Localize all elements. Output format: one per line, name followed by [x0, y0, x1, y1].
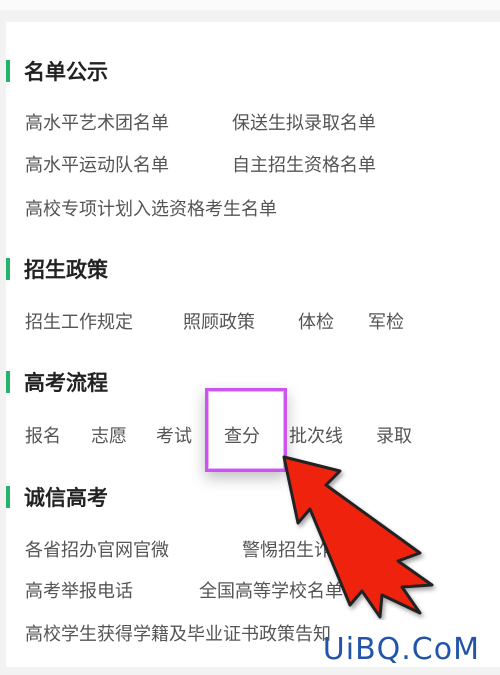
link-military-exam[interactable]: 军检	[368, 308, 404, 334]
link-provincial-offices[interactable]: 各省招办官网官微	[25, 536, 169, 562]
link-sports-team-list[interactable]: 高水平运动队名单	[25, 151, 169, 177]
link-report-hotline[interactable]: 高考举报电话	[25, 577, 133, 603]
top-strip	[0, 0, 500, 10]
section-accent-bar	[6, 486, 10, 508]
section-title-text: 名单公示	[24, 60, 108, 84]
pointer-arrow-icon	[282, 455, 434, 619]
section-title-name-list: 名单公示	[6, 56, 108, 86]
section-accent-bar	[6, 60, 10, 82]
section-title-text: 诚信高考	[24, 486, 108, 510]
section-title-process: 高考流程	[6, 367, 108, 397]
section-title-policy: 招生政策	[6, 254, 108, 284]
link-special-plan-list[interactable]: 高校专项计划入选资格考生名单	[25, 195, 277, 221]
link-registration[interactable]: 报名	[25, 422, 61, 448]
link-independent-enrollment-list[interactable]: 自主招生资格名单	[232, 151, 376, 177]
watermark-logo: UiBQ.CoM	[322, 632, 480, 667]
link-application[interactable]: 志愿	[91, 422, 127, 448]
link-physical-exam[interactable]: 体检	[298, 308, 334, 334]
link-enrollment-regulations[interactable]: 招生工作规定	[25, 308, 133, 334]
section-accent-bar	[6, 371, 10, 393]
link-student-status-policy[interactable]: 高校学生获得学籍及毕业证书政策告知	[25, 620, 331, 646]
link-exam[interactable]: 考试	[156, 422, 192, 448]
section-title-text: 高考流程	[24, 371, 108, 395]
section-title-text: 招生政策	[24, 258, 108, 282]
link-art-troupe-list[interactable]: 高水平艺术团名单	[25, 109, 169, 135]
link-care-policy[interactable]: 照顾政策	[183, 308, 255, 334]
section-title-integrity: 诚信高考	[6, 482, 108, 512]
section-accent-bar	[6, 258, 10, 280]
link-recommended-admission-list[interactable]: 保送生拟录取名单	[232, 109, 376, 135]
